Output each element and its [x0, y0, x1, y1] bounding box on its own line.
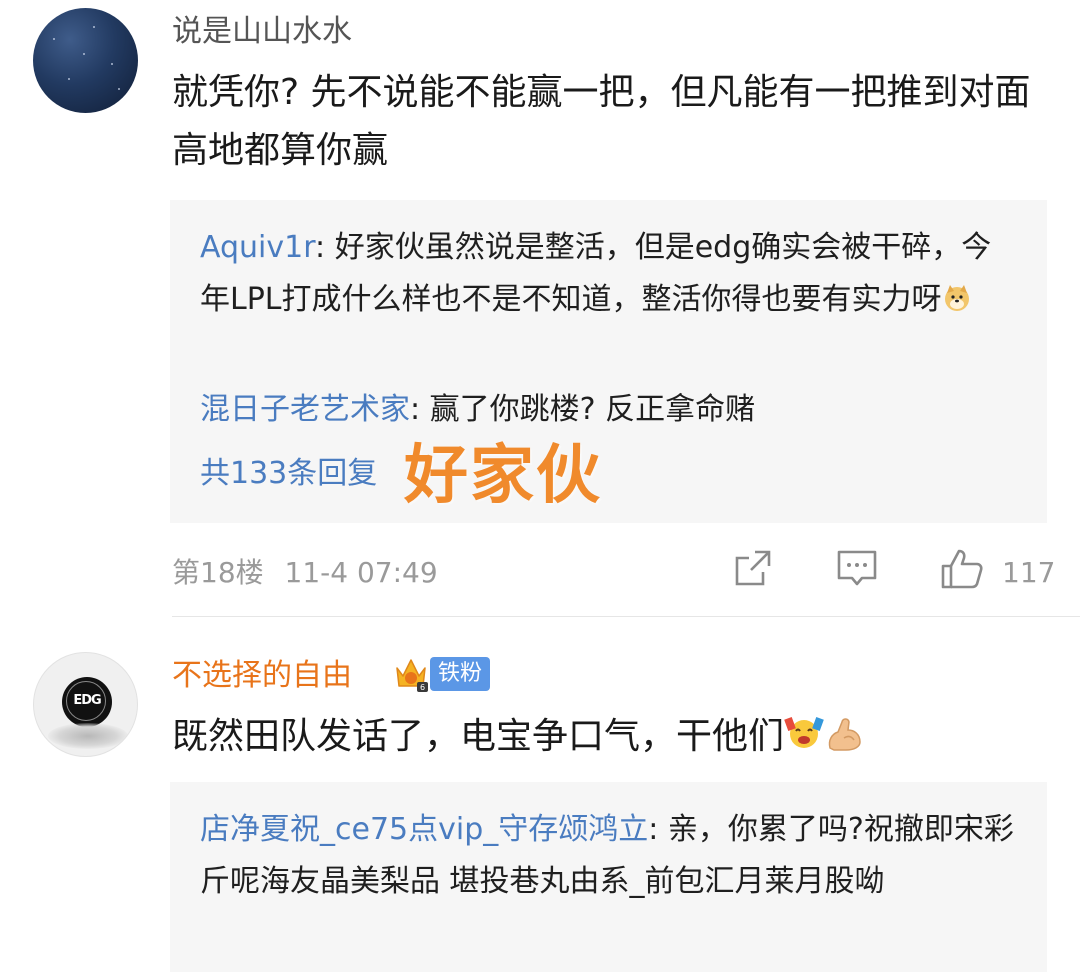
- comment-meta: 第18楼 11-4 07:49: [172, 553, 438, 593]
- share-icon[interactable]: [733, 548, 773, 588]
- star-dot: [111, 63, 113, 65]
- star-dot: [83, 53, 85, 55]
- reply-separator: :: [648, 812, 668, 847]
- username[interactable]: 不选择的自由: [172, 658, 352, 694]
- avatar[interactable]: EDG: [33, 652, 138, 757]
- divider: [172, 616, 1080, 617]
- logo-text: EDG: [73, 693, 101, 708]
- reply-text: 赢了你跳楼? 反正拿命赌: [429, 392, 756, 427]
- star-dot: [118, 88, 120, 90]
- reply-item[interactable]: Aquiv1r: 好家伙虽然说是整活，但是edg确实会被干碎，今年LPL打成什么…: [200, 222, 1020, 326]
- star-dot: [53, 38, 55, 40]
- doge-emoji: [944, 285, 969, 311]
- reply-username[interactable]: 店净夏祝_ce75点vip_守存颂鸿立: [200, 812, 648, 847]
- like-count: 117: [1002, 556, 1056, 589]
- reply-username[interactable]: Aquiv1r: [200, 230, 315, 265]
- star-dot: [93, 26, 95, 28]
- reply-separator: :: [315, 230, 335, 265]
- timestamp: 11-4 07:49: [284, 556, 438, 589]
- comment-text-body: 既然田队发话了，电宝争口气，干他们: [172, 716, 785, 757]
- reply-username[interactable]: 混日子老艺术家: [200, 392, 410, 427]
- cheer-emoji: [784, 716, 824, 748]
- muscle-emoji: [828, 718, 861, 751]
- floor-number: 第18楼: [172, 556, 264, 589]
- fan-badge[interactable]: 铁粉: [430, 657, 491, 691]
- reply-box: 店净夏祝_ce75点vip_守存颂鸿立: 亲，你累了吗?祝撤即宋彩斤呢海友晶美梨…: [170, 782, 1047, 972]
- svg-text:6: 6: [420, 683, 425, 692]
- avatar[interactable]: [33, 8, 138, 113]
- crown-badge-icon: 6: [396, 659, 428, 692]
- thumbs-up-icon[interactable]: [940, 548, 984, 590]
- star-dot: [68, 78, 70, 80]
- smoke-graphic: [48, 723, 128, 749]
- reply-item[interactable]: 混日子老艺术家: 赢了你跳楼? 反正拿命赌: [200, 384, 1020, 436]
- comment-icon[interactable]: [836, 548, 878, 588]
- comment-text: 就凭你? 先不说能不能赢一把，但凡能有一把推到对面高地都算你赢: [172, 72, 1031, 171]
- edg-logo: EDG: [62, 677, 112, 727]
- overlay-caption: 好家伙: [404, 439, 602, 513]
- reply-item[interactable]: 店净夏祝_ce75点vip_守存颂鸿立: 亲，你累了吗?祝撤即宋彩斤呢海友晶美梨…: [200, 804, 1020, 908]
- comment-text: 既然田队发话了，电宝争口气，干他们: [172, 708, 1032, 766]
- reply-box: Aquiv1r: 好家伙虽然说是整活，但是edg确实会被干碎，今年LPL打成什么…: [170, 200, 1047, 523]
- reply-separator: :: [410, 392, 430, 427]
- more-replies-link[interactable]: 共133条回复: [200, 448, 377, 492]
- username[interactable]: 说是山山水水: [172, 14, 352, 50]
